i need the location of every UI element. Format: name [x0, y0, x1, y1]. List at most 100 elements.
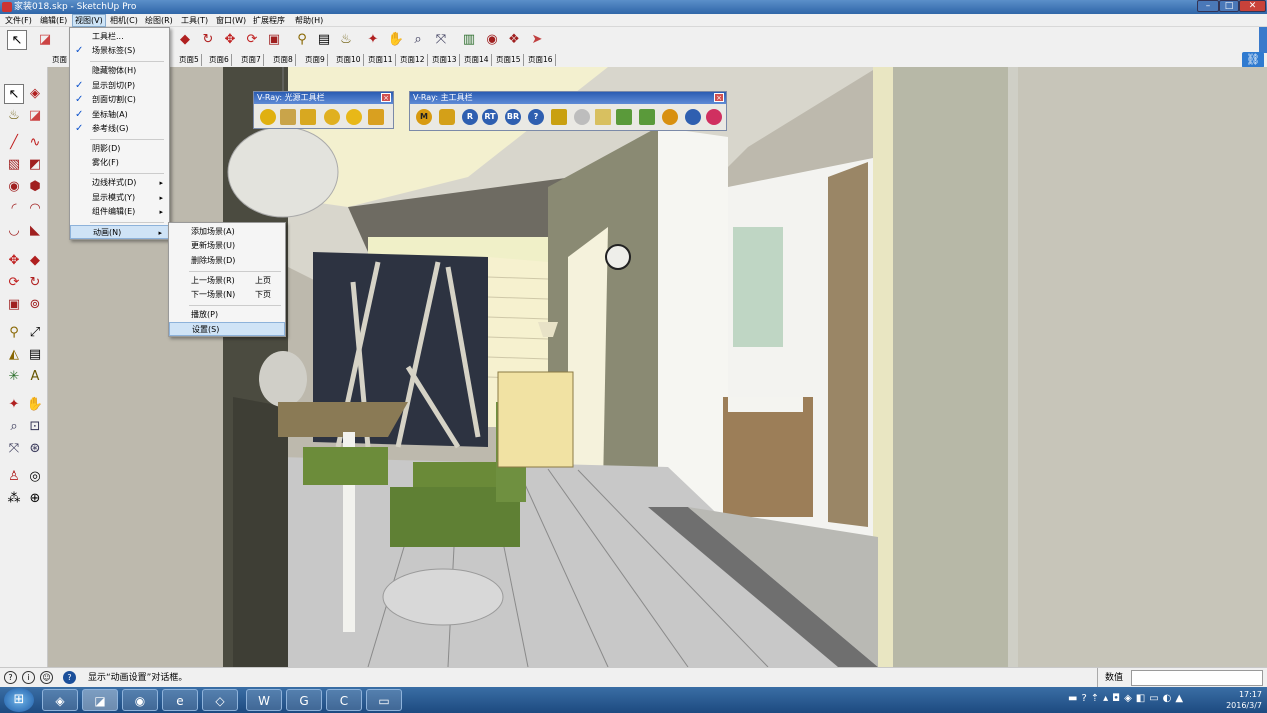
- select-tool-icon[interactable]: ↖: [7, 30, 27, 50]
- taskbar-sketchup-icon[interactable]: ◪: [82, 689, 118, 711]
- vray-light-toolbar-title[interactable]: V-Ray: 光源工具栏 ×: [254, 92, 393, 104]
- text-tool-icon[interactable]: ▤: [25, 345, 45, 365]
- protractor-icon[interactable]: ◭: [4, 345, 24, 365]
- zoom-extents-icon[interactable]: ⤧: [431, 30, 451, 50]
- tab-scene-12[interactable]: 页面12: [398, 54, 428, 66]
- arc-tool-icon[interactable]: ◜: [4, 199, 24, 219]
- zoom-window-icon[interactable]: ⊡: [25, 417, 45, 437]
- start-button-icon[interactable]: ⊞: [4, 688, 34, 712]
- menu-help[interactable]: 帮助(H): [293, 14, 325, 27]
- push-pull-icon[interactable]: ◆: [175, 30, 195, 50]
- add-scene-item[interactable]: 添加场景(A): [169, 225, 285, 239]
- infinite-plane-icon[interactable]: [685, 109, 701, 125]
- rgb-icon[interactable]: [706, 109, 722, 125]
- tab-scene-15[interactable]: 页面15: [494, 54, 524, 66]
- system-tray-icons[interactable]: ▬?⇡▴◘◈◧▭◐▲: [1068, 693, 1187, 704]
- measurements-input[interactable]: [1131, 670, 1263, 686]
- paint-bucket-icon[interactable]: ♨: [4, 106, 24, 126]
- omni-light-icon[interactable]: [260, 109, 276, 125]
- rotated-rectangle-icon[interactable]: ◩: [25, 155, 45, 175]
- menu-edit[interactable]: 编辑(E): [38, 14, 69, 27]
- view-menu-edge-style[interactable]: 边线样式(D) ▸: [70, 176, 169, 190]
- scale-tool-icon[interactable]: ▣: [4, 295, 24, 315]
- material-editor-icon[interactable]: M: [416, 109, 432, 125]
- sphere-icon[interactable]: [574, 109, 590, 125]
- batch-render-icon[interactable]: BR: [505, 109, 521, 125]
- tab-scene[interactable]: 页面: [50, 54, 70, 66]
- delete-scene-item[interactable]: 删除场景(D): [169, 254, 285, 268]
- view-menu-axes[interactable]: ✓ 坐标轴(A): [70, 108, 169, 122]
- tab-scene-8[interactable]: 页面8: [271, 54, 296, 66]
- rotate-tool-icon[interactable]: ⟳: [242, 30, 262, 50]
- taskbar-app-g-icon[interactable]: G: [286, 689, 322, 711]
- move-tool-icon[interactable]: ✥: [4, 251, 24, 271]
- view-menu-section-planes[interactable]: ✓ 显示剖切(P): [70, 79, 169, 93]
- send-to-layout-icon[interactable]: ➤: [527, 30, 547, 50]
- warehouse-icon[interactable]: ▥: [459, 30, 479, 50]
- credits-icon[interactable]: i: [22, 671, 35, 684]
- taskbar-app-c-icon[interactable]: C: [326, 689, 362, 711]
- tab-scene-11[interactable]: 页面11: [366, 54, 396, 66]
- rt-render-icon[interactable]: RT: [482, 109, 498, 125]
- line-tool-icon[interactable]: ╱: [4, 133, 24, 153]
- tab-scene-5[interactable]: 页面5: [177, 54, 202, 66]
- taskbar-shield-icon[interactable]: ◇: [202, 689, 238, 711]
- pie-tool-icon[interactable]: ◣: [25, 221, 45, 241]
- menu-tools[interactable]: 工具(T): [179, 14, 210, 27]
- help-icon[interactable]: ?: [63, 671, 76, 684]
- tray-clock[interactable]: 17:17 2016/3/7: [1210, 689, 1262, 711]
- tab-scene-9[interactable]: 页面9: [303, 54, 328, 66]
- rectangle-tool-icon[interactable]: ▧: [4, 155, 24, 175]
- make-component-icon[interactable]: ◈: [25, 84, 45, 104]
- fur-icon[interactable]: [662, 109, 678, 125]
- frame-buffer-icon[interactable]: [551, 109, 567, 125]
- three-point-arc-icon[interactable]: ◡: [4, 221, 24, 241]
- user-account-icon[interactable]: ☺: [40, 671, 53, 684]
- next-scene-item[interactable]: 下一场景(N) 下页: [169, 288, 285, 302]
- scale-tool-icon[interactable]: ▣: [264, 30, 284, 50]
- menu-window[interactable]: 窗口(W): [214, 14, 248, 27]
- zoom-tool-icon[interactable]: ⌕: [408, 30, 428, 50]
- tape-measure-icon[interactable]: ⚲: [4, 323, 24, 343]
- walk-tool-icon[interactable]: ⁂: [4, 489, 24, 509]
- geo-location-icon[interactable]: ?: [4, 671, 17, 684]
- sphere-light-icon[interactable]: [368, 109, 384, 125]
- freehand-tool-icon[interactable]: ∿: [25, 133, 45, 153]
- 3d-viewport[interactable]: V-Ray: 光源工具栏 × V-Ray: 主工具栏 × M R RT BR ?: [48, 67, 1267, 667]
- zoom-tool-icon[interactable]: ⌕: [4, 417, 24, 437]
- vray-main-toolbar-close-icon[interactable]: ×: [714, 93, 724, 102]
- tab-scene-7[interactable]: 页面7: [239, 54, 264, 66]
- dimension-tool-icon[interactable]: ⤢: [25, 323, 45, 343]
- proxy-export-icon[interactable]: [616, 109, 632, 125]
- proxy-import-icon[interactable]: [639, 109, 655, 125]
- vray-main-toolbar-title[interactable]: V-Ray: 主工具栏 ×: [410, 92, 726, 104]
- share-icon[interactable]: ⛓: [1242, 52, 1264, 68]
- dome-light-icon[interactable]: [346, 109, 362, 125]
- look-around-icon[interactable]: ◎: [25, 467, 45, 487]
- eraser-tool-icon[interactable]: ◪: [35, 30, 55, 50]
- offset-tool-icon[interactable]: ⊚: [25, 295, 45, 315]
- paint-bucket-icon[interactable]: ♨: [336, 30, 356, 50]
- update-scene-item[interactable]: 更新场景(U): [169, 239, 285, 253]
- view-menu-component-edit[interactable]: 组件编辑(E) ▸: [70, 205, 169, 219]
- rect-light-icon[interactable]: [280, 109, 296, 125]
- menu-draw[interactable]: 绘图(R): [143, 14, 175, 27]
- render-icon[interactable]: R: [462, 109, 478, 125]
- 3d-text-icon[interactable]: A: [25, 367, 45, 387]
- menu-view[interactable]: 视图(V): [72, 14, 106, 27]
- view-menu-shadows[interactable]: 阴影(D): [70, 142, 169, 156]
- vray-light-toolbar-close-icon[interactable]: ×: [381, 93, 391, 102]
- tab-scene-16[interactable]: 页面16: [526, 54, 556, 66]
- component-icon[interactable]: ❖: [504, 30, 524, 50]
- previous-scene-item[interactable]: 上一场景(R) 上页: [169, 274, 285, 288]
- follow-me-icon[interactable]: ↻: [198, 30, 218, 50]
- view-menu-section-cuts[interactable]: ✓ 剖面切割(C): [70, 93, 169, 107]
- view-menu-face-style[interactable]: 显示模式(Y) ▸: [70, 191, 169, 205]
- polygon-tool-icon[interactable]: ⬢: [25, 177, 45, 197]
- taskbar-ie-icon[interactable]: e: [162, 689, 198, 711]
- two-point-arc-icon[interactable]: ◠: [25, 199, 45, 219]
- help-icon[interactable]: ?: [528, 109, 544, 125]
- close-button[interactable]: ✕: [1239, 0, 1266, 12]
- rotate-tool-icon[interactable]: ⟳: [4, 273, 24, 293]
- spot-light-icon[interactable]: [300, 109, 316, 125]
